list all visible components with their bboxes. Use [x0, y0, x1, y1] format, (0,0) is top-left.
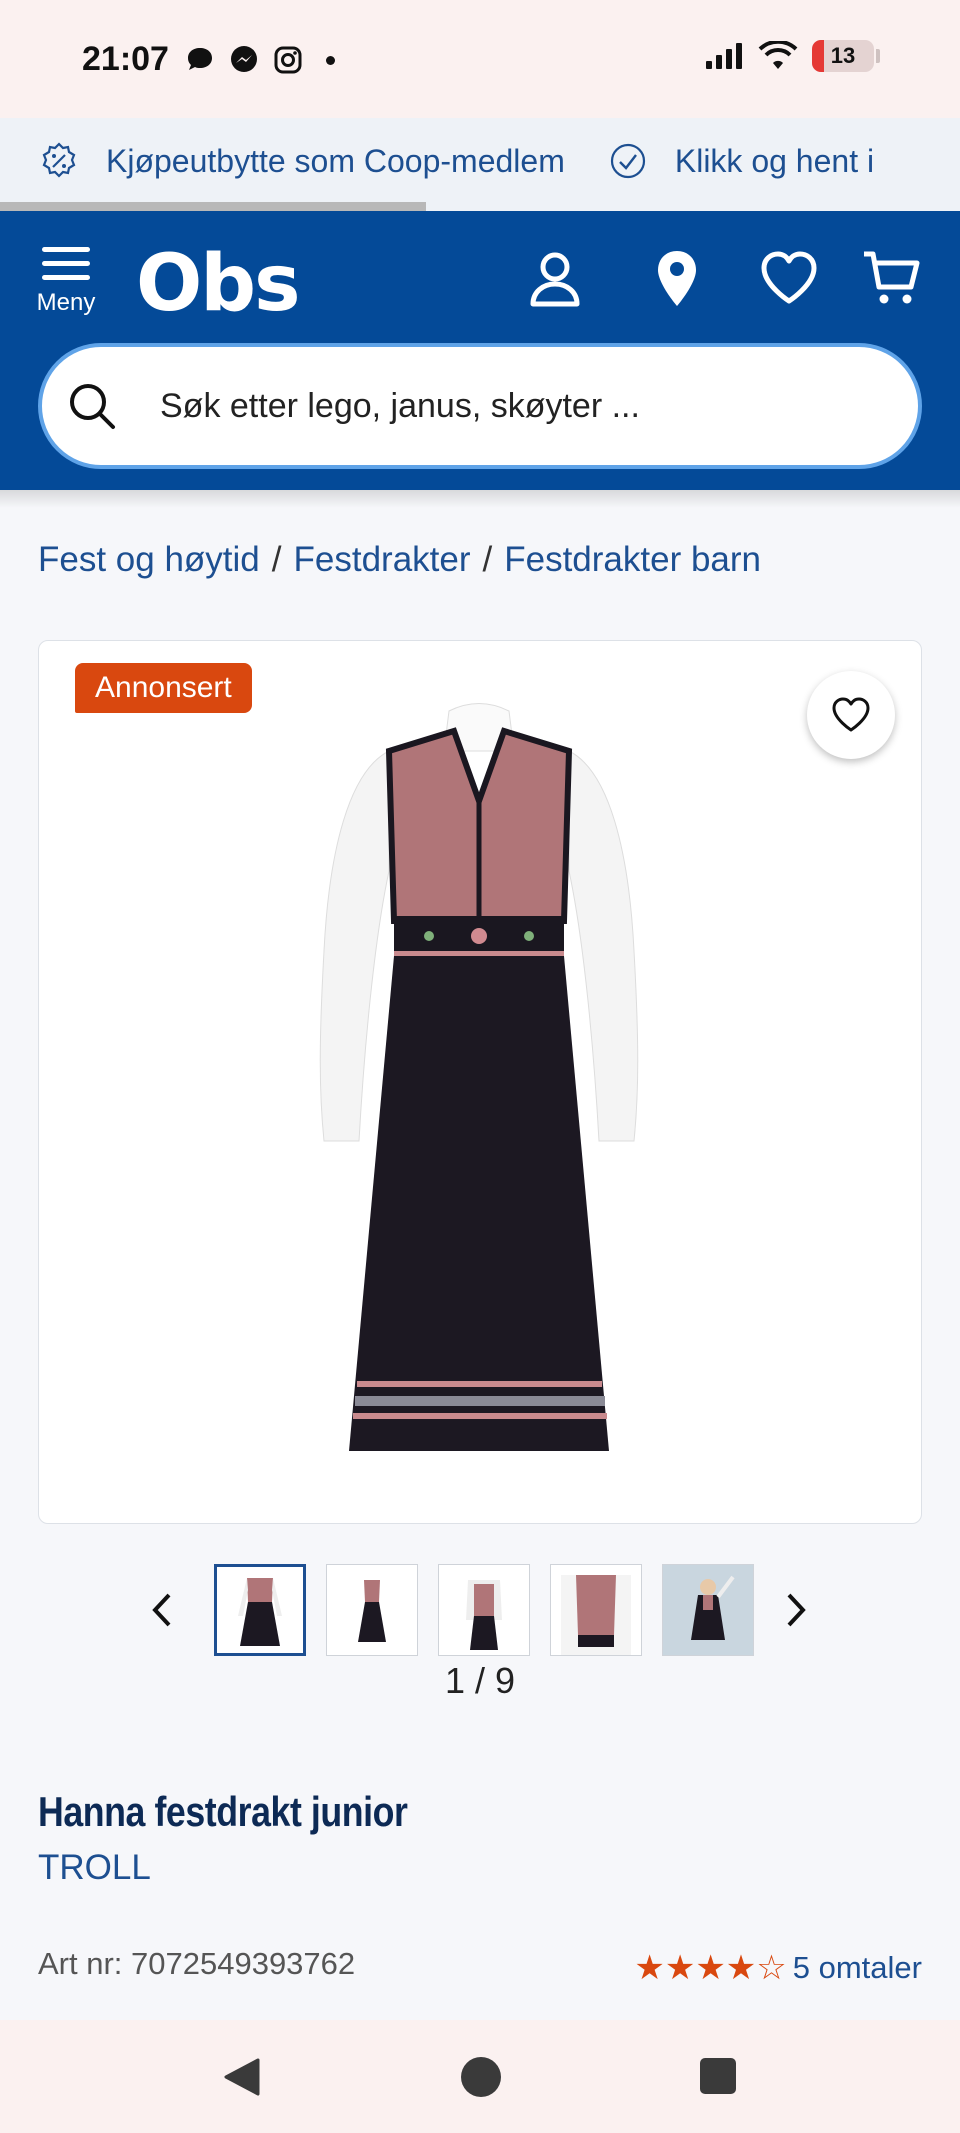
previous-image-button[interactable]: [140, 1564, 184, 1656]
thumbnail-image: [466, 1580, 502, 1650]
product-image-bunad[interactable]: [279, 691, 679, 1471]
thumbnail-3[interactable]: [438, 1564, 530, 1656]
site-header: Meny Obs: [0, 211, 960, 490]
search-input[interactable]: [160, 386, 860, 426]
home-icon[interactable]: [461, 2057, 501, 2097]
battery-icon: 13: [812, 40, 874, 72]
product-brand-link[interactable]: TROLL: [38, 1848, 151, 1888]
thumbnail-4[interactable]: [550, 1564, 642, 1656]
chevron-left-icon: [152, 1593, 171, 1627]
thumbnail-5[interactable]: [662, 1564, 754, 1656]
hamburger-icon: [35, 247, 97, 280]
article-number: Art nr: 7072549393762: [38, 1946, 356, 1981]
thumbnail-image: [358, 1580, 386, 1642]
notification-dot: [326, 55, 335, 65]
battery-level: 13: [830, 43, 856, 68]
search-bar[interactable]: [38, 343, 922, 469]
status-bar: 21:07 13: [0, 0, 960, 118]
product-rating[interactable]: ★★★★☆ 5 omtaler: [634, 1948, 922, 1988]
signal-icon: [706, 43, 742, 69]
system-navigation-bar: [0, 2020, 960, 2133]
product-title: Hanna festdrakt junior: [38, 1788, 408, 1835]
instagram-icon: [274, 46, 302, 74]
reviews-link[interactable]: 5 omtaler: [793, 1950, 922, 1986]
thumbnail-image: [663, 1565, 753, 1655]
back-icon[interactable]: [222, 2056, 262, 2098]
recent-apps-icon[interactable]: [700, 2058, 736, 2094]
promo-strip[interactable]: Kjøpeutbytte som Coop-medlem Klikk og he…: [0, 118, 960, 211]
sponsored-badge: Annonsert: [75, 663, 252, 713]
breadcrumb-link-festdrakter[interactable]: Festdrakter: [294, 540, 471, 580]
breadcrumb-link-festdrakter-barn[interactable]: Festdrakter barn: [504, 540, 761, 580]
chat-bubble-icon: [188, 48, 212, 70]
rating-stars-icon: ★★★★☆: [634, 1949, 787, 1987]
cart-icon[interactable]: [862, 249, 922, 307]
thumbnail-2[interactable]: [326, 1564, 418, 1656]
status-time: 21:07: [82, 40, 169, 78]
add-to-wishlist-button[interactable]: [807, 671, 895, 759]
wifi-icon: [758, 41, 798, 69]
obs-logo[interactable]: Obs: [136, 239, 301, 329]
search-icon: [70, 384, 115, 429]
promo-text: Klikk og hent i: [674, 142, 875, 179]
messenger-icon: [231, 46, 257, 72]
image-counter: 1 / 9: [444, 1660, 516, 1701]
store-location-icon[interactable]: [656, 249, 698, 309]
next-image-button[interactable]: [774, 1564, 818, 1656]
promo-item-click-collect[interactable]: Klikk og hent i: [609, 142, 874, 180]
product-image-card: Annonsert: [38, 640, 922, 1524]
promo-item-member-dividend[interactable]: Kjøpeutbytte som Coop-medlem: [40, 142, 565, 180]
thumbnail-image: [561, 1575, 631, 1655]
percent-badge-icon: [42, 142, 76, 178]
thumbnail-carousel: [140, 1560, 820, 1660]
thumbnail-1[interactable]: [214, 1564, 306, 1656]
account-icon[interactable]: [528, 249, 582, 309]
chevron-right-icon: [787, 1593, 806, 1627]
promo-text: Kjøpeutbytte som Coop-medlem: [106, 142, 565, 179]
thumbnail-image: [238, 1578, 282, 1646]
menu-label: Meny: [36, 289, 96, 316]
check-circle-icon: [610, 143, 645, 179]
menu-button[interactable]: Meny: [35, 247, 97, 317]
heart-icon: [832, 697, 870, 732]
breadcrumb-link-fest-og-hoytid[interactable]: Fest og høytid: [38, 540, 260, 580]
promo-progress-bar: [0, 202, 426, 211]
breadcrumb: Fest og høytid / Festdrakter / Festdrakt…: [38, 540, 762, 580]
wishlist-heart-icon[interactable]: [760, 249, 818, 307]
